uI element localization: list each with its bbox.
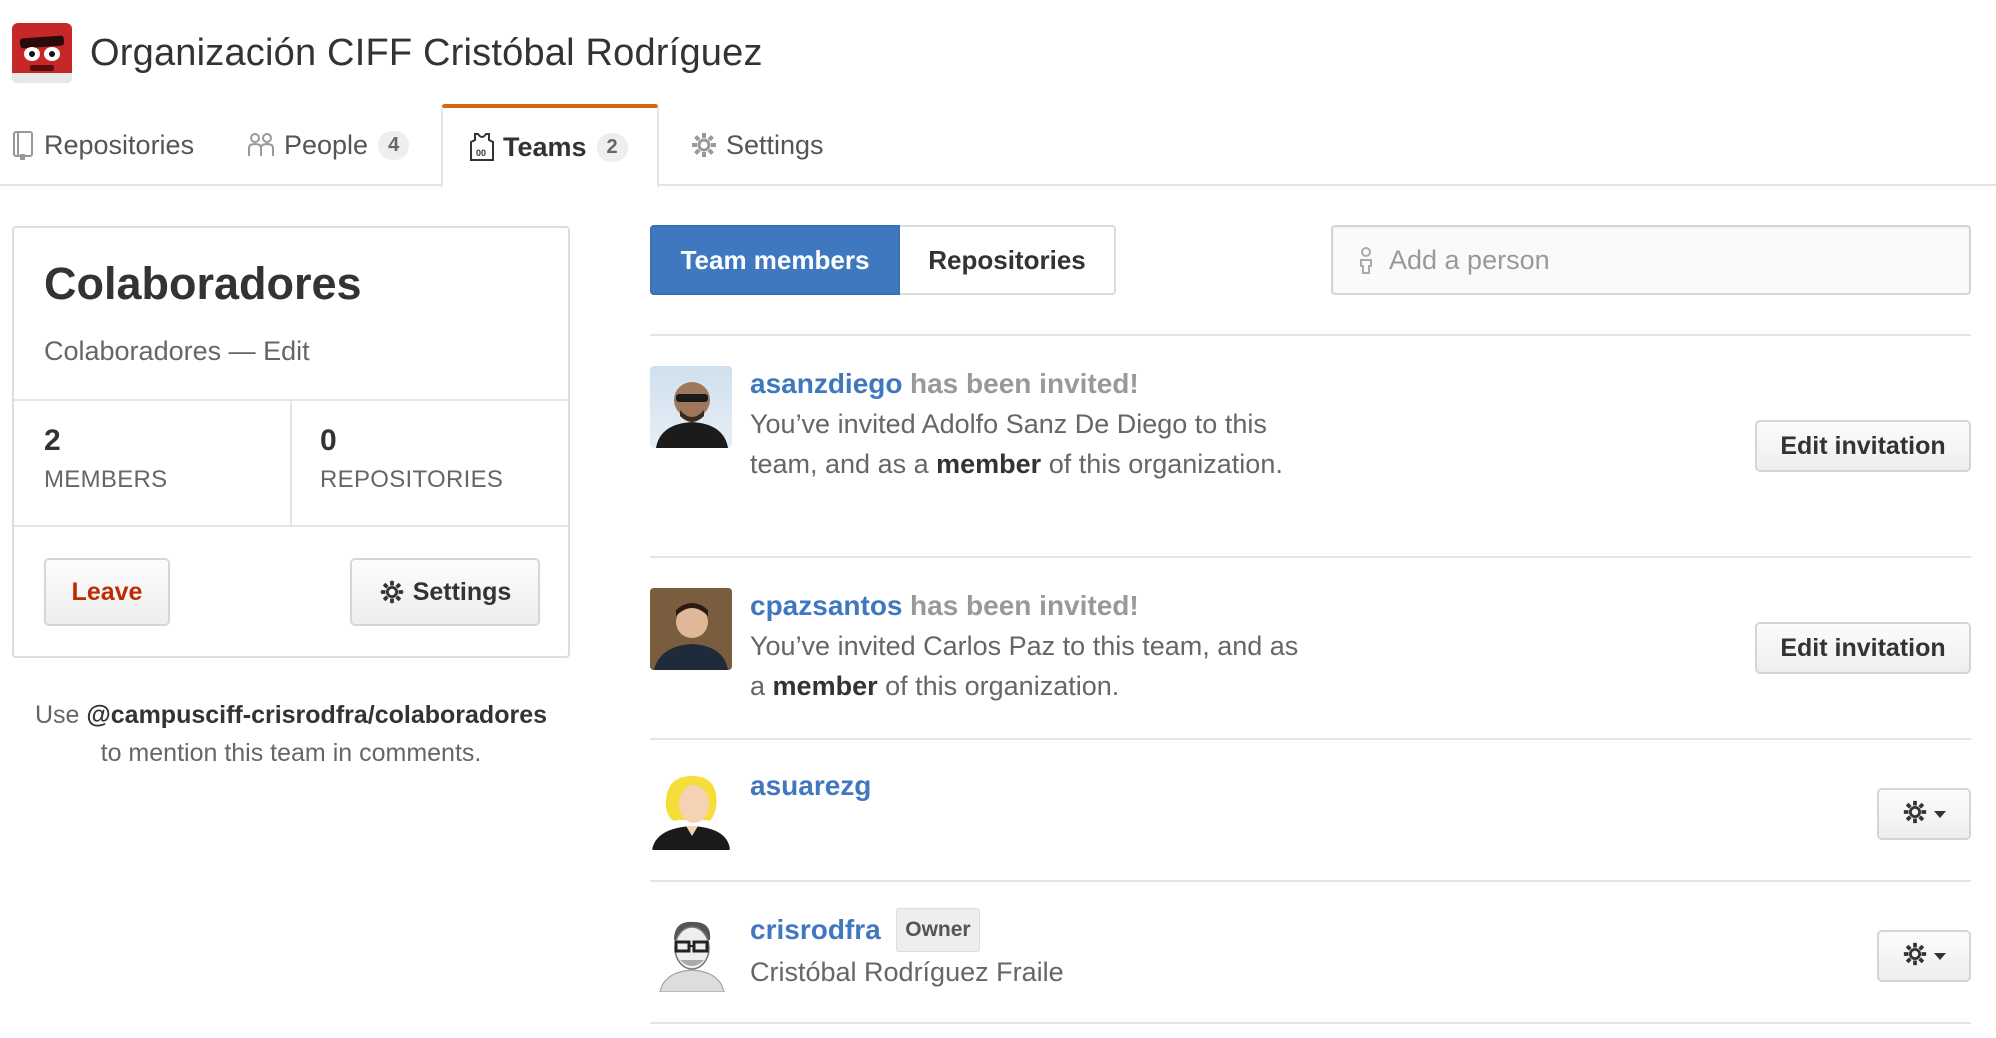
- leave-team-button[interactable]: Leave: [44, 558, 170, 626]
- repo-icon: [12, 130, 36, 160]
- teams-count-badge: 2: [596, 132, 628, 162]
- member-row: crisrodfra Owner Cristóbal Rodríguez Fra…: [650, 882, 1971, 1024]
- svg-text:00: 00: [476, 148, 486, 158]
- member-login[interactable]: asuarezg: [750, 770, 871, 801]
- mention-hint: Use @campusciff-crisrodfra/colaboradores…: [12, 696, 570, 772]
- members-count: 2: [44, 424, 61, 457]
- add-person-field[interactable]: [1331, 225, 1971, 295]
- person-icon: [1357, 246, 1375, 274]
- tab-teams[interactable]: 00 Teams 2: [441, 104, 659, 188]
- org-nav-tabs: Repositories People 4 00 Teams 2 Setting…: [0, 104, 1996, 188]
- gear-icon: [690, 131, 718, 159]
- edit-description-link[interactable]: Edit: [263, 336, 310, 366]
- team-view-switcher: Team members Repositories: [650, 225, 1116, 295]
- tab-label: Teams: [503, 131, 587, 162]
- member-login[interactable]: crisrodfra: [750, 914, 881, 945]
- add-person-input[interactable]: [1389, 244, 1909, 276]
- tab-repositories[interactable]: Repositories: [12, 104, 194, 186]
- gear-icon: [1902, 941, 1928, 972]
- chevron-down-icon: [1934, 952, 1946, 960]
- member-login[interactable]: asanzdiego: [750, 368, 902, 399]
- chevron-down-icon: [1934, 810, 1946, 818]
- invitation-message-text: of this organization.: [885, 671, 1120, 701]
- member-avatar[interactable]: [650, 588, 732, 670]
- tab-people[interactable]: People 4: [246, 104, 410, 186]
- member-avatar[interactable]: [650, 768, 732, 850]
- invitation-role: member: [936, 449, 1042, 479]
- team-name: Colaboradores: [44, 258, 362, 309]
- members-stat[interactable]: 2 MEMBERS: [44, 424, 167, 494]
- mention-suffix: to mention this team in comments.: [100, 739, 482, 767]
- invitation-message: You’ve invited Adolfo Sanz De Diego to t…: [750, 404, 1310, 484]
- owner-badge: Owner: [896, 908, 980, 952]
- repositories-label: REPOSITORIES: [320, 466, 504, 493]
- team-settings-button[interactable]: Settings: [350, 558, 540, 626]
- tab-label: Settings: [726, 129, 824, 160]
- edit-invitation-button[interactable]: Edit invitation: [1755, 420, 1971, 472]
- invitation-message-text: of this organization.: [1048, 449, 1283, 479]
- jersey-icon: 00: [469, 132, 495, 162]
- divider: [290, 401, 292, 525]
- team-mention-handle: @campusciff-crisrodfra/colaboradores: [86, 701, 548, 729]
- team-repositories-tab[interactable]: Repositories: [900, 225, 1116, 295]
- member-row: asanzdiego has been invited! You’ve invi…: [650, 336, 1971, 558]
- mention-prefix: Use: [34, 701, 80, 729]
- edit-invitation-button[interactable]: Edit invitation: [1755, 622, 1971, 674]
- divider: [14, 525, 568, 527]
- org-avatar[interactable]: [12, 23, 72, 83]
- invited-status: has been invited!: [910, 590, 1139, 621]
- repositories-count: 0: [320, 424, 337, 457]
- team-members-tab[interactable]: Team members: [650, 225, 900, 295]
- org-header: Organización CIFF Cristóbal Rodríguez: [12, 22, 763, 84]
- invited-status: has been invited!: [910, 368, 1139, 399]
- member-row: asuarezg: [650, 740, 1971, 882]
- invitation-role: member: [772, 671, 878, 701]
- repositories-stat[interactable]: 0 REPOSITORIES: [320, 424, 503, 494]
- member-info: crisrodfra Owner Cristóbal Rodríguez Fra…: [750, 908, 1064, 992]
- member-avatar[interactable]: [650, 366, 732, 448]
- gear-icon: [379, 579, 405, 605]
- invitation-message: You’ve invited Carlos Paz to this team, …: [750, 626, 1310, 706]
- team-summary-box: Colaboradores Colaboradores — Edit 2 MEM…: [12, 226, 570, 658]
- people-icon: [246, 130, 276, 160]
- team-description-text: Colaboradores: [44, 336, 222, 366]
- members-label: MEMBERS: [44, 466, 168, 493]
- member-info: asanzdiego has been invited! You’ve invi…: [750, 364, 1310, 484]
- member-info: cpazsantos has been invited! You’ve invi…: [750, 586, 1310, 706]
- description-dash: —: [228, 336, 256, 366]
- member-full-name: Cristóbal Rodríguez Fraile: [750, 957, 1064, 987]
- team-description: Colaboradores — Edit: [44, 336, 310, 367]
- member-info: asuarezg: [750, 766, 871, 806]
- gear-icon: [1902, 799, 1928, 830]
- tab-settings[interactable]: Settings: [690, 104, 824, 186]
- member-row: cpazsantos has been invited! You’ve invi…: [650, 558, 1971, 740]
- member-login[interactable]: cpazsantos: [750, 590, 903, 621]
- org-name[interactable]: Organización CIFF Cristóbal Rodríguez: [90, 32, 763, 75]
- member-options-button[interactable]: [1877, 930, 1971, 982]
- people-count-badge: 4: [378, 130, 410, 160]
- member-options-button[interactable]: [1877, 788, 1971, 840]
- tab-label: Repositories: [44, 129, 195, 160]
- member-avatar[interactable]: [650, 910, 732, 992]
- tab-label: People: [284, 129, 369, 160]
- settings-button-label: Settings: [412, 577, 512, 606]
